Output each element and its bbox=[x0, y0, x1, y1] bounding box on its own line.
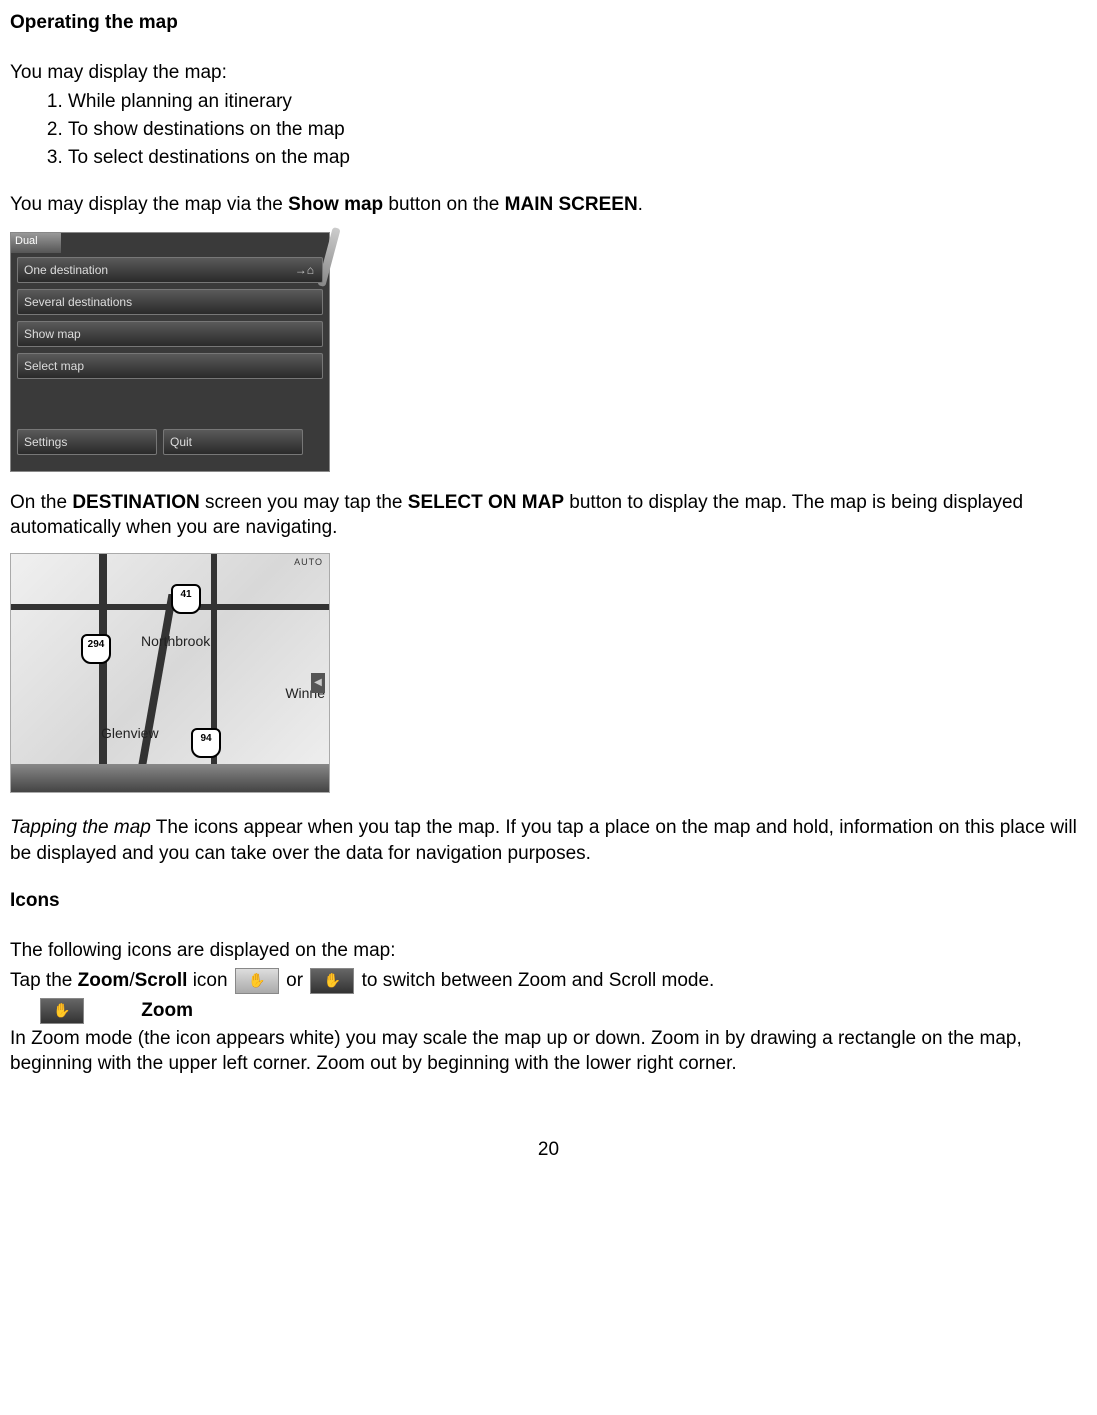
list-item: To show destinations on the map bbox=[68, 117, 1087, 143]
map-toolbar bbox=[11, 764, 329, 792]
home-icon: →⌂ bbox=[295, 262, 314, 278]
auto-label: AUTO bbox=[294, 556, 323, 568]
zoom-row: ✋ Zoom bbox=[10, 998, 1087, 1024]
destination-instruction: On the DESTINATION screen you may tap th… bbox=[10, 490, 1087, 541]
text: icon bbox=[187, 970, 232, 991]
city-label: Glenview bbox=[101, 724, 159, 743]
road bbox=[99, 554, 107, 792]
zoom-label: Zoom bbox=[78, 970, 130, 991]
icons-heading: Icons bbox=[10, 888, 1087, 914]
list-item: While planning an itinerary bbox=[68, 89, 1087, 115]
show-map-instruction: You may display the map via the Show map… bbox=[10, 192, 1087, 218]
hand-icon-dark: ✋ bbox=[310, 968, 354, 994]
icons-intro: The following icons are displayed on the… bbox=[10, 938, 1087, 964]
tapping-label: Tapping the map bbox=[10, 817, 151, 838]
select-map-button: Select map bbox=[17, 353, 323, 379]
text: . bbox=[638, 194, 643, 215]
page-number: 20 bbox=[10, 1137, 1087, 1163]
zoom-description: In Zoom mode (the icon appears white) yo… bbox=[10, 1026, 1087, 1077]
text: The icons appear when you tap the map. I… bbox=[10, 817, 1077, 864]
side-arrow-icon: ◀ bbox=[311, 673, 325, 693]
main-menu-screenshot: Dual One destination →⌂ Several destinat… bbox=[10, 232, 330, 472]
text: On the bbox=[10, 492, 72, 513]
destination-label: DESTINATION bbox=[72, 492, 199, 513]
text: or bbox=[281, 970, 308, 991]
intro-text: You may display the map: bbox=[10, 60, 1087, 86]
show-map-button: Show map bbox=[17, 321, 323, 347]
hand-icon-dark: ✋ bbox=[40, 998, 84, 1024]
display-list: While planning an itinerary To show dest… bbox=[10, 89, 1087, 170]
quit-button: Quit bbox=[163, 429, 303, 455]
several-destinations-button: Several destinations bbox=[17, 289, 323, 315]
button-label: One destination bbox=[24, 263, 108, 277]
map-background bbox=[11, 554, 329, 792]
hand-icon-light: ✋ bbox=[235, 968, 279, 994]
zoom-mode-label: Zoom bbox=[141, 998, 193, 1024]
map-screenshot: AUTO 41 294 94 Northbrook Glenview Winne… bbox=[10, 553, 330, 793]
text: screen you may tap the bbox=[200, 492, 408, 513]
text: Tap the bbox=[10, 970, 78, 991]
city-label: Northbrook bbox=[141, 632, 210, 651]
route-shield: 41 bbox=[171, 584, 201, 614]
show-map-label: Show map bbox=[288, 194, 383, 215]
scroll-label: Scroll bbox=[135, 970, 188, 991]
dual-tab: Dual bbox=[11, 233, 61, 253]
section-heading: Operating the map bbox=[10, 10, 1087, 36]
settings-button: Settings bbox=[17, 429, 157, 455]
route-shield: 294 bbox=[81, 634, 111, 664]
tapping-map-para: Tapping the map The icons appear when yo… bbox=[10, 815, 1087, 866]
text: button on the bbox=[383, 194, 505, 215]
zoom-scroll-instruction: Tap the Zoom/Scroll icon ✋ or ✋ to switc… bbox=[10, 968, 1087, 994]
select-on-map-label: SELECT ON MAP bbox=[408, 492, 564, 513]
main-screen-label: MAIN SCREEN bbox=[505, 194, 638, 215]
text: to switch between Zoom and Scroll mode. bbox=[356, 970, 714, 991]
route-shield: 94 bbox=[191, 728, 221, 758]
one-destination-button: One destination →⌂ bbox=[17, 257, 323, 283]
list-item: To select destinations on the map bbox=[68, 145, 1087, 171]
text: You may display the map via the bbox=[10, 194, 288, 215]
